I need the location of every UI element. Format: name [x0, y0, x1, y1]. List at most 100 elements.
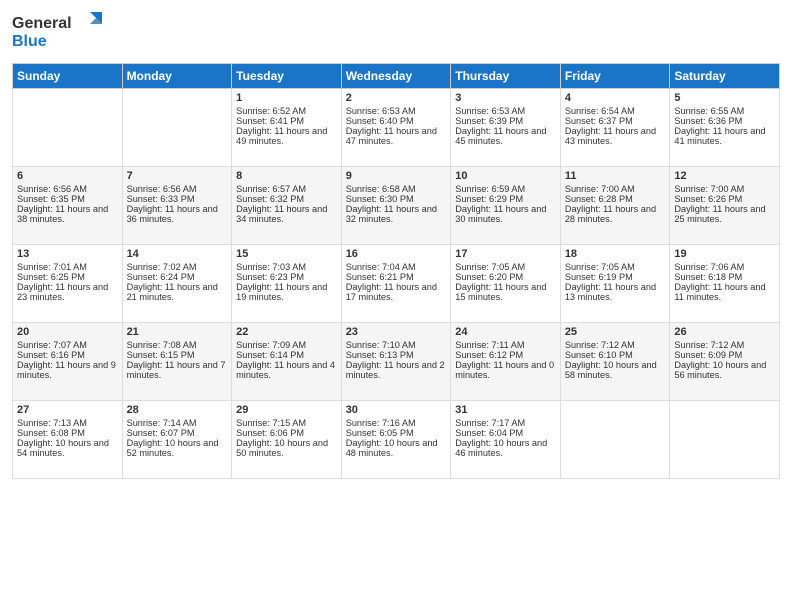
day-number: 18	[565, 248, 666, 260]
day-info: Sunset: 6:09 PM	[674, 350, 775, 360]
day-number: 13	[17, 248, 118, 260]
calendar-cell: 12Sunrise: 7:00 AMSunset: 6:26 PMDayligh…	[670, 167, 780, 245]
day-info: Sunset: 6:14 PM	[236, 350, 337, 360]
day-info: Daylight: 10 hours and 46 minutes.	[455, 438, 556, 458]
day-info: Sunset: 6:25 PM	[17, 272, 118, 282]
day-header-monday: Monday	[122, 64, 232, 89]
day-info: Sunrise: 7:11 AM	[455, 340, 556, 350]
day-info: Sunrise: 7:12 AM	[565, 340, 666, 350]
day-header-tuesday: Tuesday	[232, 64, 342, 89]
day-header-thursday: Thursday	[451, 64, 561, 89]
day-number: 10	[455, 170, 556, 182]
day-info: Sunrise: 7:00 AM	[565, 184, 666, 194]
day-info: Daylight: 11 hours and 41 minutes.	[674, 126, 775, 146]
logo-svg: General Blue	[12, 10, 102, 55]
calendar-cell: 1Sunrise: 6:52 AMSunset: 6:41 PMDaylight…	[232, 89, 342, 167]
calendar-cell: 20Sunrise: 7:07 AMSunset: 6:16 PMDayligh…	[13, 323, 123, 401]
calendar-cell: 9Sunrise: 6:58 AMSunset: 6:30 PMDaylight…	[341, 167, 451, 245]
day-info: Daylight: 11 hours and 47 minutes.	[346, 126, 447, 146]
calendar-cell	[122, 89, 232, 167]
day-info: Daylight: 11 hours and 13 minutes.	[565, 282, 666, 302]
day-info: Sunset: 6:26 PM	[674, 194, 775, 204]
day-info: Daylight: 11 hours and 7 minutes.	[127, 360, 228, 380]
day-info: Sunrise: 6:53 AM	[346, 106, 447, 116]
day-info: Daylight: 11 hours and 23 minutes.	[17, 282, 118, 302]
day-info: Sunset: 6:24 PM	[127, 272, 228, 282]
calendar-cell: 16 Sunrise: 7:04 AMSunset: 6:21 PMDayligh…	[341, 245, 451, 323]
day-info: Sunrise: 7:02 AM	[127, 262, 228, 272]
day-info: Daylight: 11 hours and 17 minutes.	[346, 282, 447, 302]
day-info: Sunset: 6:08 PM	[17, 428, 118, 438]
day-info: Sunset: 6:21 PM	[346, 272, 447, 282]
day-number: 17	[455, 248, 556, 260]
day-info: Sunset: 6:37 PM	[565, 116, 666, 126]
day-info: Sunset: 6:18 PM	[674, 272, 775, 282]
calendar-cell: 3Sunrise: 6:53 AMSunset: 6:39 PMDaylight…	[451, 89, 561, 167]
day-number: 5	[674, 92, 775, 104]
header: General Blue	[12, 10, 780, 55]
day-info: Sunset: 6:16 PM	[17, 350, 118, 360]
day-info: Daylight: 11 hours and 11 minutes.	[674, 282, 775, 302]
day-info: Sunset: 6:15 PM	[127, 350, 228, 360]
day-info: Daylight: 10 hours and 56 minutes.	[674, 360, 775, 380]
day-info: Sunrise: 7:03 AM	[236, 262, 337, 272]
calendar-cell: 17Sunrise: 7:05 AMSunset: 6:20 PMDayligh…	[451, 245, 561, 323]
day-info: Daylight: 11 hours and 28 minutes.	[565, 204, 666, 224]
logo: General Blue	[12, 10, 102, 55]
day-info: Daylight: 11 hours and 2 minutes.	[346, 360, 447, 380]
day-number: 21	[127, 326, 228, 338]
svg-text:General: General	[12, 15, 72, 32]
day-number: 9	[346, 170, 447, 182]
day-info: Sunrise: 7:01 AM	[17, 262, 118, 272]
day-info: Sunset: 6:36 PM	[674, 116, 775, 126]
day-info: Daylight: 11 hours and 4 minutes.	[236, 360, 337, 380]
day-info: Daylight: 10 hours and 48 minutes.	[346, 438, 447, 458]
calendar-cell: 25Sunrise: 7:12 AMSunset: 6:10 PMDayligh…	[560, 323, 670, 401]
day-number: 11	[565, 170, 666, 182]
calendar-cell: 8Sunrise: 6:57 AMSunset: 6:32 PMDaylight…	[232, 167, 342, 245]
day-number: 30	[346, 404, 447, 416]
day-info: Daylight: 11 hours and 49 minutes.	[236, 126, 337, 146]
week-row-3: 13Sunrise: 7:01 AMSunset: 6:25 PMDayligh…	[13, 245, 780, 323]
day-number: 12	[674, 170, 775, 182]
day-header-wednesday: Wednesday	[341, 64, 451, 89]
day-info: Sunrise: 6:54 AM	[565, 106, 666, 116]
calendar-cell: 14Sunrise: 7:02 AMSunset: 6:24 PMDayligh…	[122, 245, 232, 323]
day-info: Sunset: 6:39 PM	[455, 116, 556, 126]
day-info: Sunrise: 7:12 AM	[674, 340, 775, 350]
day-info: Sunrise: 6:52 AM	[236, 106, 337, 116]
day-info: Sunset: 6:40 PM	[346, 116, 447, 126]
day-number: 16	[346, 248, 447, 260]
calendar-container: General Blue SundayMondayTuesdayWednesda…	[0, 0, 792, 487]
day-info: Sunset: 6:19 PM	[565, 272, 666, 282]
day-number: 8	[236, 170, 337, 182]
calendar-cell: 2 Sunrise: 6:53 AMSunset: 6:40 PMDaylight…	[341, 89, 451, 167]
calendar-cell: 22Sunrise: 7:09 AMSunset: 6:14 PMDayligh…	[232, 323, 342, 401]
day-info: Sunrise: 6:59 AM	[455, 184, 556, 194]
day-info: Daylight: 11 hours and 38 minutes.	[17, 204, 118, 224]
day-info: Sunrise: 6:56 AM	[127, 184, 228, 194]
day-info: Sunset: 6:23 PM	[236, 272, 337, 282]
day-info: Sunrise: 7:08 AM	[127, 340, 228, 350]
day-info: Sunset: 6:32 PM	[236, 194, 337, 204]
week-row-5: 27Sunrise: 7:13 AMSunset: 6:08 PMDayligh…	[13, 401, 780, 479]
day-info: Sunset: 6:41 PM	[236, 116, 337, 126]
day-info: Sunrise: 6:58 AM	[346, 184, 447, 194]
day-info: Daylight: 10 hours and 50 minutes.	[236, 438, 337, 458]
day-info: Sunrise: 7:09 AM	[236, 340, 337, 350]
calendar-cell: 31Sunrise: 7:17 AMSunset: 6:04 PMDayligh…	[451, 401, 561, 479]
day-info: Daylight: 11 hours and 36 minutes.	[127, 204, 228, 224]
day-info: Sunset: 6:05 PM	[346, 428, 447, 438]
day-info: Daylight: 11 hours and 9 minutes.	[17, 360, 118, 380]
calendar-cell: 15Sunrise: 7:03 AMSunset: 6:23 PMDayligh…	[232, 245, 342, 323]
calendar-cell: 13 Sunrise: 7:01 AMSunset: 6:25 PMDayligh…	[13, 245, 123, 323]
day-number: 31	[455, 404, 556, 416]
day-number: 15	[236, 248, 337, 260]
day-number: 28	[127, 404, 228, 416]
day-info: Daylight: 11 hours and 15 minutes.	[455, 282, 556, 302]
day-info: Sunset: 6:33 PM	[127, 194, 228, 204]
day-number: 2	[346, 92, 447, 104]
calendar-cell: 6Sunrise: 6:56 AMSunset: 6:35 PMDaylight…	[13, 167, 123, 245]
day-info: Sunrise: 7:04 AM	[346, 262, 447, 272]
day-info: Sunset: 6:13 PM	[346, 350, 447, 360]
